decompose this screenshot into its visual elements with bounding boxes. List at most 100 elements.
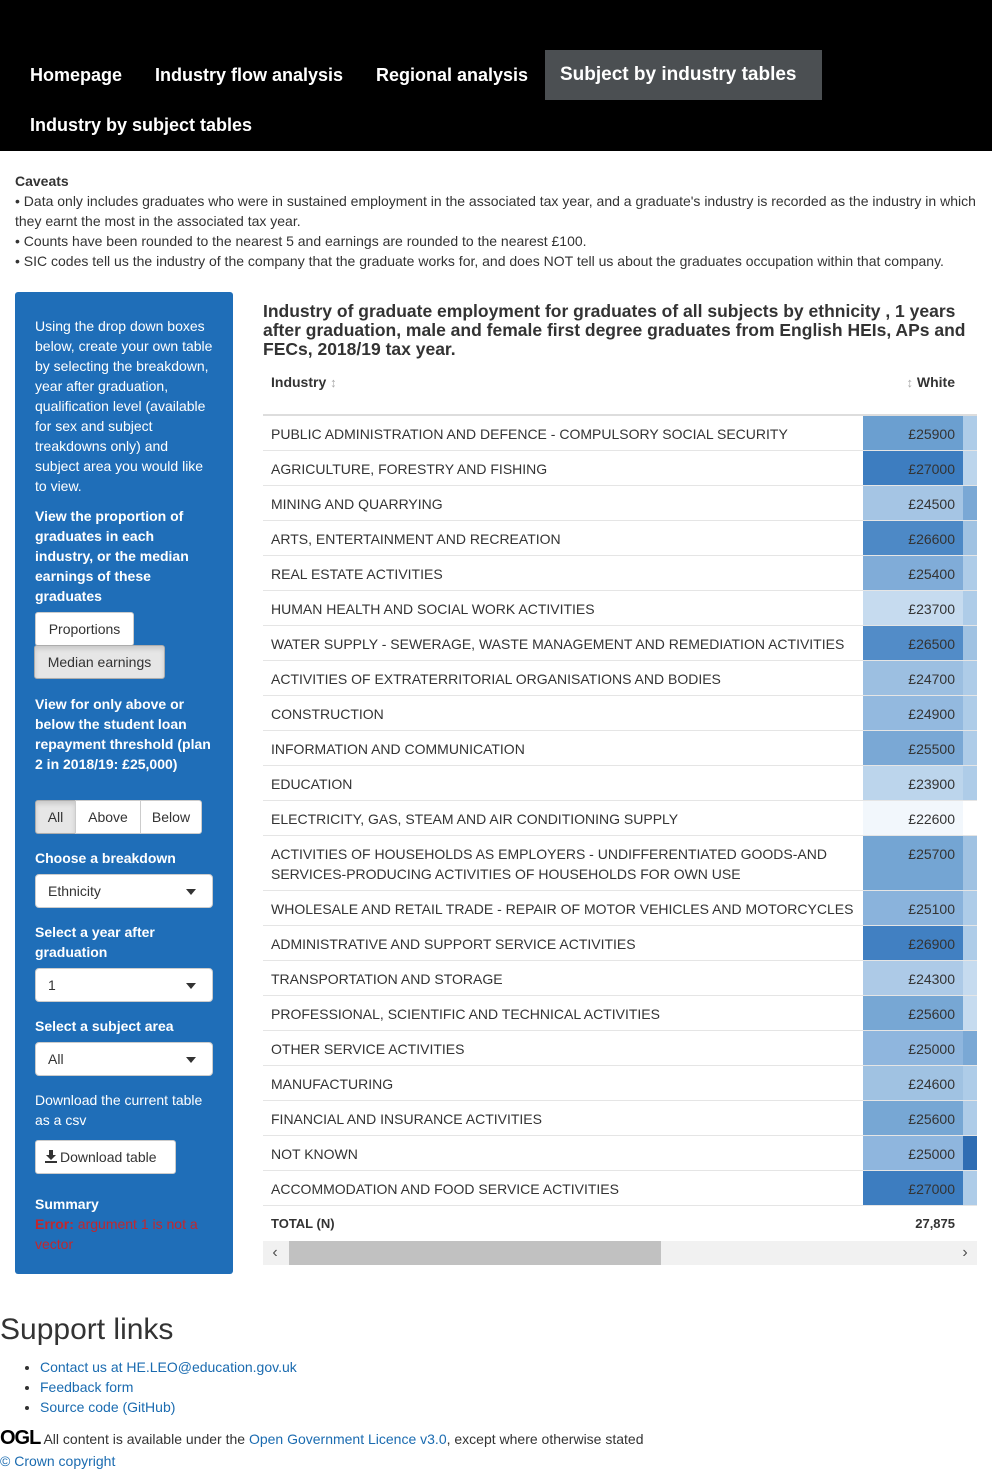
white-earnings-cell: £24900	[863, 696, 963, 730]
support-links-title: Support links	[0, 1313, 174, 1346]
table-header: Industry ↕ ↕ White	[263, 364, 977, 416]
next-column-cell	[963, 556, 977, 590]
next-column-cell	[963, 766, 977, 800]
scroll-right-icon[interactable]: ›	[955, 1241, 975, 1265]
white-earnings-cell: £25700	[863, 836, 963, 890]
industry-cell: HUMAN HEALTH AND SOCIAL WORK ACTIVITIES	[271, 601, 595, 617]
table-row: FINANCIAL AND INSURANCE ACTIVITIES £25600	[263, 1101, 977, 1136]
industry-cell: EDUCATION	[271, 776, 353, 792]
white-earnings-cell: £24600	[863, 1066, 963, 1100]
median-earnings-button[interactable]: Median earnings	[34, 645, 165, 679]
source-code-link[interactable]: Source code (GitHub)	[40, 1399, 175, 1415]
caveat-line: • Counts have been rounded to the neares…	[15, 233, 587, 249]
table-row: MINING AND QUARRYING £24500	[263, 486, 977, 521]
subject-select[interactable]: All	[35, 1042, 213, 1076]
scrollbar-thumb[interactable]	[289, 1241, 661, 1265]
white-earnings-cell: £23900	[863, 766, 963, 800]
white-earnings-cell: £25000	[863, 1136, 963, 1170]
list-item: Feedback form	[40, 1377, 297, 1397]
subject-label: Select a subject area	[35, 1018, 174, 1034]
subject-value: All	[48, 1051, 64, 1067]
next-column-cell	[963, 891, 977, 925]
white-earnings-cell: £27000	[863, 1171, 963, 1205]
nav-industry-by-subject-tables[interactable]: Industry by subject tables	[15, 100, 267, 150]
next-column-cell	[963, 1031, 977, 1065]
horizontal-scrollbar[interactable]: ‹ ›	[263, 1241, 977, 1265]
next-column-cell	[963, 731, 977, 765]
breakdown-value: Ethnicity	[48, 883, 101, 899]
download-table-button[interactable]: Download table	[35, 1140, 176, 1174]
nav-homepage[interactable]: Homepage	[15, 50, 137, 100]
nav-regional-analysis[interactable]: Regional analysis	[361, 50, 543, 100]
open-government-licence-link[interactable]: Open Government Licence v3.0	[249, 1431, 447, 1447]
contact-link[interactable]: Contact us at HE.LEO@education.gov.uk	[40, 1359, 297, 1375]
next-column-cell	[963, 1101, 977, 1135]
white-earnings-cell: £25500	[863, 731, 963, 765]
industry-cell: PROFESSIONAL, SCIENTIFIC AND TECHNICAL A…	[271, 1006, 660, 1022]
download-button-label: Download table	[60, 1149, 157, 1165]
proportions-button[interactable]: Proportions	[35, 612, 134, 646]
industry-cell: ELECTRICITY, GAS, STEAM AND AIR CONDITIO…	[271, 811, 679, 827]
white-earnings-cell: £26500	[863, 626, 963, 660]
industry-cell: REAL ESTATE ACTIVITIES	[271, 566, 443, 582]
white-earnings-cell: £25100	[863, 891, 963, 925]
industry-cell: OTHER SERVICE ACTIVITIES	[271, 1041, 465, 1057]
view-mode-label: View the proportion of graduates in each…	[35, 508, 189, 604]
table-row: NOT KNOWN £25000	[263, 1136, 977, 1171]
white-earnings-cell: £25600	[863, 996, 963, 1030]
total-white-value: 27,875	[915, 1216, 955, 1231]
table-total-row: TOTAL (N) 27,875	[263, 1206, 977, 1241]
chevron-down-icon	[186, 889, 196, 895]
breakdown-select[interactable]: Ethnicity	[35, 874, 213, 908]
download-label: Download the current table as a csv	[35, 1092, 203, 1128]
next-column-cell	[963, 961, 977, 995]
industry-cell: ACTIVITIES OF HOUSEHOLDS AS EMPLOYERS - …	[271, 846, 827, 882]
white-header-label: White	[916, 374, 955, 390]
next-column-cell	[963, 696, 977, 730]
column-header-industry[interactable]: Industry ↕	[271, 374, 337, 390]
year-label: Select a year after graduation	[35, 924, 155, 960]
licence-text-1: All content is available under the	[43, 1431, 249, 1447]
column-header-white[interactable]: ↕ White	[907, 374, 956, 390]
threshold-above-button[interactable]: Above	[75, 800, 141, 834]
year-select[interactable]: 1	[35, 968, 213, 1002]
threshold-toggle-group: All Above Below	[35, 800, 202, 834]
table-row: TRANSPORTATION AND STORAGE £24300	[263, 961, 977, 996]
table-row: ACTIVITIES OF HOUSEHOLDS AS EMPLOYERS - …	[263, 836, 977, 891]
white-earnings-cell: £25000	[863, 1031, 963, 1065]
next-column-cell	[963, 521, 977, 555]
table-row: EDUCATION £23900	[263, 766, 977, 801]
threshold-all-button[interactable]: All	[35, 800, 76, 834]
next-column-cell	[963, 626, 977, 660]
list-item: Contact us at HE.LEO@education.gov.uk	[40, 1357, 297, 1377]
summary-error: Error: argument 1 is not a vector	[35, 1214, 220, 1254]
industry-cell: PUBLIC ADMINISTRATION AND DEFENCE - COMP…	[271, 426, 788, 442]
crown-copyright-link[interactable]: © Crown copyright	[0, 1453, 115, 1469]
white-earnings-cell: £27000	[863, 451, 963, 485]
caveat-line: • SIC codes tell us the industry of the …	[15, 253, 944, 269]
next-column-cell	[963, 416, 977, 450]
nav-industry-flow-analysis[interactable]: Industry flow analysis	[140, 50, 358, 100]
year-value: 1	[48, 977, 56, 993]
industry-cell: ACTIVITIES OF EXTRATERRITORIAL ORGANISAT…	[271, 671, 721, 687]
ogl-logo: OGL	[0, 1427, 41, 1449]
chevron-down-icon	[186, 1057, 196, 1063]
table-row: PROFESSIONAL, SCIENTIFIC AND TECHNICAL A…	[263, 996, 977, 1031]
table-row: WATER SUPPLY - SEWERAGE, WASTE MANAGEMEN…	[263, 626, 977, 661]
table-title: Industry of graduate employment for grad…	[263, 301, 966, 359]
caveats-title: Caveats	[15, 173, 69, 189]
feedback-form-link[interactable]: Feedback form	[40, 1379, 133, 1395]
next-column-cell	[963, 591, 977, 625]
white-earnings-cell: £25400	[863, 556, 963, 590]
industry-cell: ARTS, ENTERTAINMENT AND RECREATION	[271, 531, 561, 547]
white-earnings-cell: £26900	[863, 926, 963, 960]
table-row: ACTIVITIES OF EXTRATERRITORIAL ORGANISAT…	[263, 661, 977, 696]
table-row: ARTS, ENTERTAINMENT AND RECREATION £26600	[263, 521, 977, 556]
industry-cell: FINANCIAL AND INSURANCE ACTIVITIES	[271, 1111, 542, 1127]
white-earnings-cell: £24700	[863, 661, 963, 695]
threshold-below-button[interactable]: Below	[140, 800, 202, 834]
industry-cell: WATER SUPPLY - SEWERAGE, WASTE MANAGEMEN…	[271, 636, 845, 652]
white-earnings-cell: £24500	[863, 486, 963, 520]
scroll-left-icon[interactable]: ‹	[265, 1241, 285, 1265]
nav-subject-by-industry-tables[interactable]: Subject by industry tables	[545, 50, 822, 100]
